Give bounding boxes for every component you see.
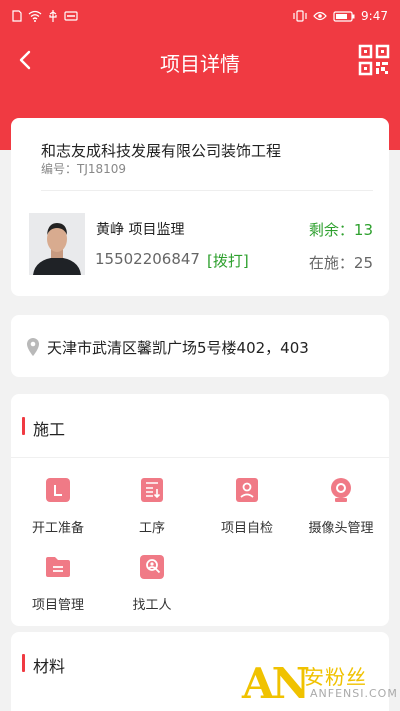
self-check-icon (236, 478, 258, 502)
camera-icon (331, 478, 351, 502)
status-icons-left (12, 10, 78, 22)
project-code: 编号：TJ18109 (41, 162, 127, 176)
section-divider (11, 457, 389, 458)
remaining-count: 剩余：13 (308, 221, 373, 239)
watermark-cn: 安粉丝 (304, 665, 367, 689)
status-time: 9:47 (361, 9, 388, 23)
grid-label: 工序 (138, 521, 165, 536)
project-name: 和志友成科技发展有限公司装饰工程 (41, 142, 282, 160)
grid-label: 找工人 (132, 598, 172, 613)
section-title-construction: 施工 (33, 420, 66, 439)
status-icons-right: 9:47 (293, 9, 388, 23)
find-worker-icon (140, 555, 164, 579)
grid-item-camera-mgmt[interactable]: 摄像头管理 (296, 477, 386, 536)
grid-item-find-worker[interactable]: 找工人 (107, 554, 197, 613)
grid-label: 摄像头管理 (308, 521, 374, 536)
grid-item-process[interactable]: 工序 (107, 477, 197, 536)
section-marker (22, 654, 25, 672)
sim-icon (12, 10, 22, 22)
watermark-logo: AN 安粉丝 ANFENSI.COM (242, 659, 397, 708)
grid-item-start-prep[interactable]: 开工准备 (13, 477, 103, 536)
project-address: 天津市武清区馨凯广场5号楼402，403 (47, 339, 309, 357)
usb-icon (49, 10, 57, 22)
in-progress-count: 在施：25 (308, 254, 373, 272)
watermark-brand: AN (242, 659, 310, 708)
grid-label: 项目管理 (31, 598, 84, 613)
dial-button[interactable]: [拨打] (207, 250, 249, 271)
grid-item-project-mgmt[interactable]: 项目管理 (13, 554, 103, 613)
supervisor-avatar (29, 213, 85, 275)
section-title-materials: 材料 (33, 657, 66, 676)
vibrate-icon (293, 10, 307, 22)
grid-item-self-check[interactable]: 项目自检 (202, 477, 292, 536)
card-divider (41, 190, 373, 191)
battery-icon (333, 10, 355, 22)
notification-icon (64, 11, 78, 21)
calendar-icon (46, 478, 70, 502)
process-doc-icon (141, 478, 163, 502)
address-card[interactable]: 天津市武清区馨凯广场5号楼402，403 (11, 315, 389, 377)
grid-label: 项目自检 (220, 521, 273, 536)
project-card: 和志友成科技发展有限公司装饰工程 编号：TJ18109 黄峥 项目监理 1550… (11, 118, 389, 296)
supervisor-name-role: 黄峥 项目监理 (96, 222, 185, 238)
nav-bar: 项目详情 (0, 38, 400, 84)
qr-code-icon[interactable] (358, 44, 390, 76)
section-marker (22, 417, 25, 435)
eye-icon (313, 11, 327, 21)
grid-label: 开工准备 (31, 521, 84, 536)
location-pin-icon (27, 338, 39, 356)
page-title: 项目详情 (160, 52, 240, 76)
supervisor-phone: 15502206847 (95, 250, 200, 268)
watermark-en: ANFENSI.COM (310, 687, 398, 700)
status-bar: 9:47 (0, 0, 400, 34)
wifi-icon (28, 10, 42, 22)
construction-section: 施工 开工准备 工序 项目自检 摄像头管理 项目管理 找工人 (11, 394, 389, 626)
folder-icon (46, 557, 70, 577)
